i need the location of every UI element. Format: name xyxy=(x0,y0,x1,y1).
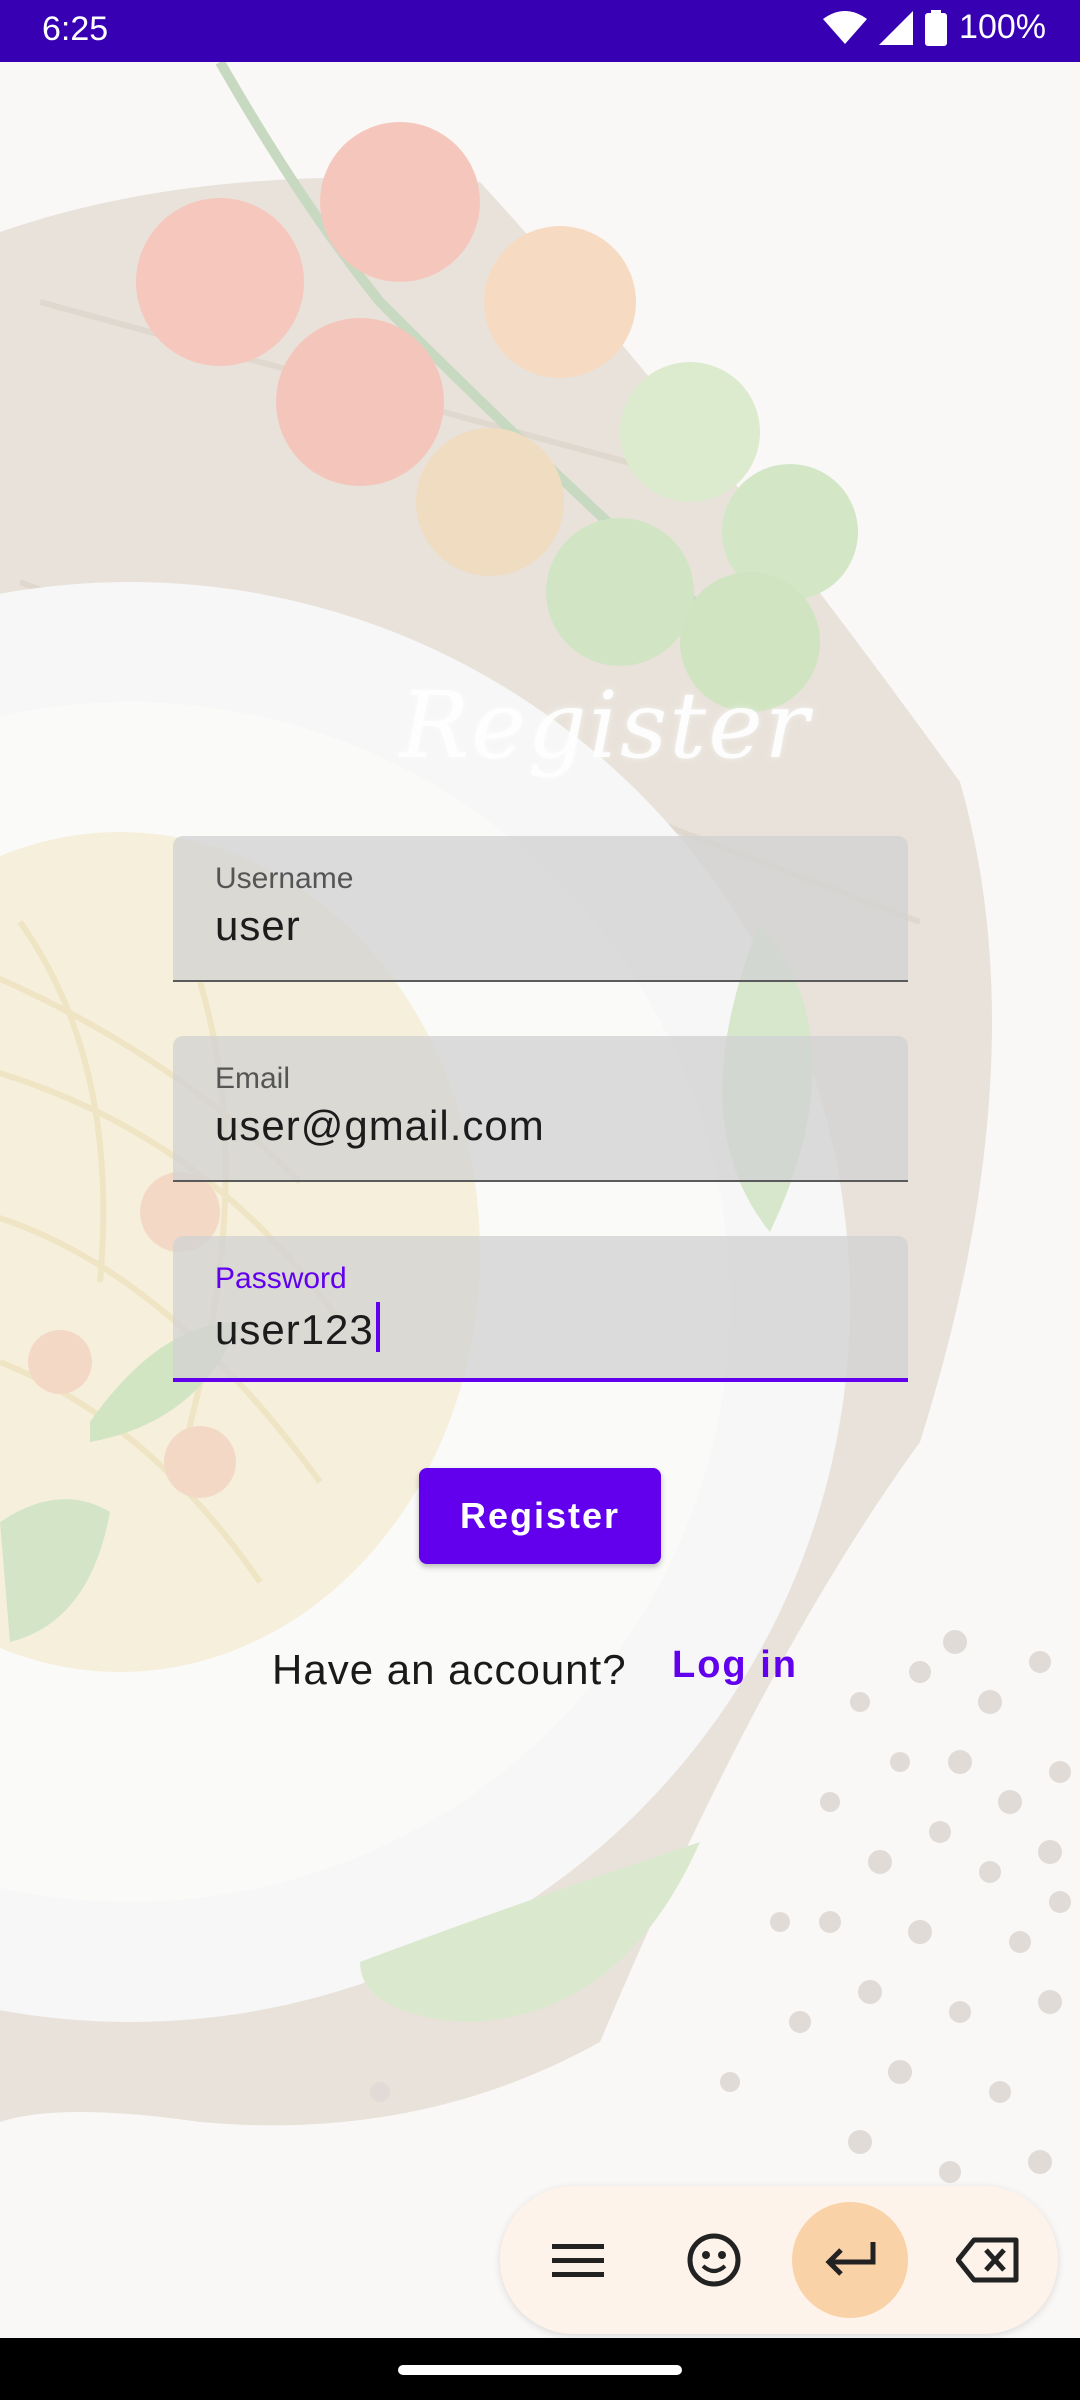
backspace-icon[interactable] xyxy=(938,2210,1038,2310)
keyboard-toolbar xyxy=(500,2186,1058,2334)
status-icons: 100% xyxy=(823,8,1046,47)
email-input[interactable]: user@gmail.com xyxy=(215,1102,545,1150)
page-title: Register xyxy=(400,672,811,779)
menu-icon[interactable] xyxy=(528,2210,628,2310)
password-input-wrapper[interactable]: user123 xyxy=(215,1302,380,1354)
login-link[interactable]: Log in xyxy=(672,1644,798,1687)
password-label: Password xyxy=(215,1262,347,1295)
battery-percent: 100% xyxy=(959,8,1046,46)
text-cursor xyxy=(375,1302,380,1352)
signal-icon xyxy=(879,10,914,45)
username-label: Username xyxy=(215,862,354,895)
email-field[interactable]: Email user@gmail.com xyxy=(173,1036,908,1182)
password-input[interactable]: user123 xyxy=(215,1306,374,1353)
have-account-text: Have an account? xyxy=(272,1646,627,1693)
enter-icon[interactable] xyxy=(792,2202,908,2318)
status-bar: 6:25 100% xyxy=(0,0,1080,62)
battery-icon xyxy=(925,9,948,46)
background-image xyxy=(0,62,1080,2338)
username-field[interactable]: Username user xyxy=(173,836,908,982)
emoji-icon[interactable] xyxy=(664,2210,764,2310)
password-field[interactable]: Password user123 xyxy=(173,1236,908,1382)
email-label: Email xyxy=(215,1062,291,1095)
navigation-bar xyxy=(0,2338,1080,2400)
home-gesture-handle[interactable] xyxy=(398,2365,682,2375)
register-button[interactable]: Register xyxy=(419,1468,661,1564)
status-time: 6:25 xyxy=(42,10,109,48)
wifi-icon xyxy=(823,10,868,45)
username-input[interactable]: user xyxy=(215,902,301,950)
